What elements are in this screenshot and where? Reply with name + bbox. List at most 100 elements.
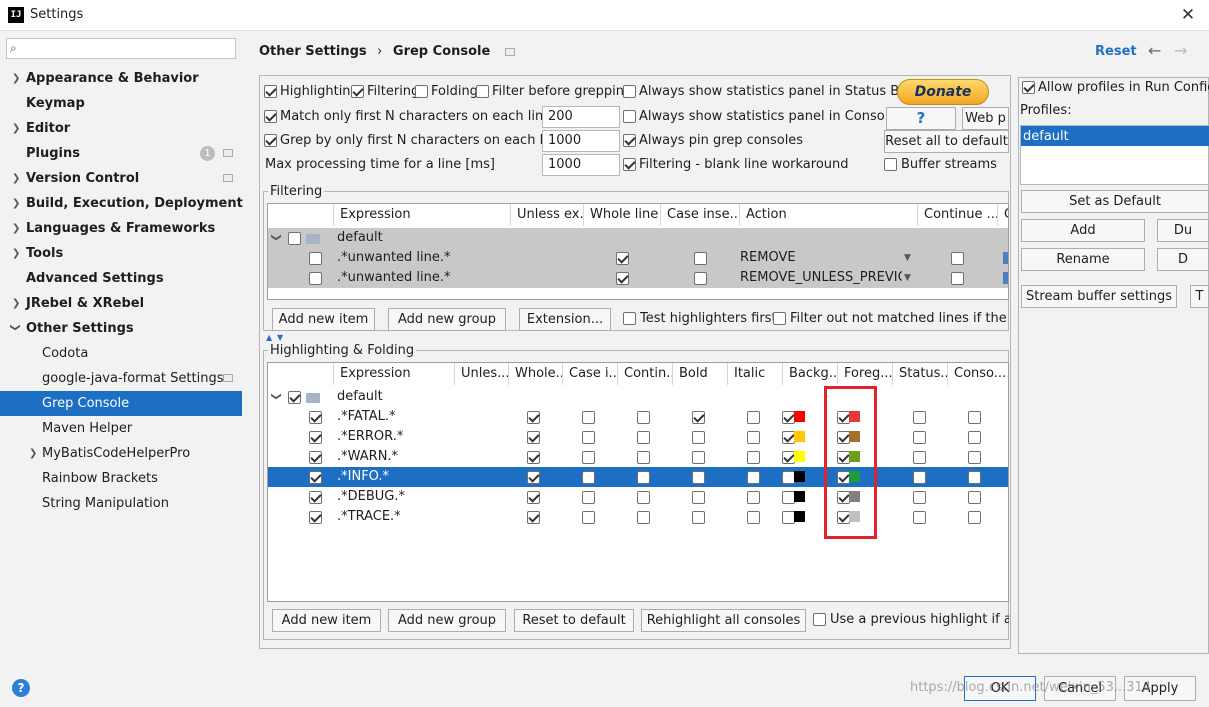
trash-icon[interactable] <box>1003 272 1008 284</box>
sidebar-item-string-manipulation[interactable]: String Manipulation <box>42 491 169 516</box>
allow-profiles-checkbox[interactable] <box>1022 81 1035 94</box>
donate-button[interactable]: Donate <box>897 79 989 105</box>
filter-col-c[interactable]: C <box>998 204 1008 226</box>
hl-status-checkbox[interactable] <box>913 431 926 444</box>
sidebar-item-advanced[interactable]: Advanced Settings <box>26 266 164 291</box>
filter-col-unless[interactable]: Unless ex... <box>511 204 584 226</box>
sidebar-item-keymap[interactable]: Keymap <box>26 91 85 116</box>
background-color-swatch[interactable] <box>794 491 805 502</box>
hl-whole-checkbox[interactable] <box>527 511 540 524</box>
splitter-down-icon[interactable]: ▼ <box>277 333 283 342</box>
hl-case-checkbox[interactable] <box>582 451 595 464</box>
sidebar-item-build[interactable]: Build, Execution, Deployment <box>26 191 243 216</box>
chevron-right-icon[interactable]: ❯ <box>12 223 20 234</box>
close-icon[interactable]: ✕ <box>1176 3 1200 27</box>
help-button[interactable]: ? <box>886 107 956 130</box>
table-row[interactable]: .*ERROR.* <box>268 427 1008 447</box>
hl-italic-checkbox[interactable] <box>747 451 760 464</box>
filter-case-checkbox[interactable] <box>694 252 707 265</box>
sidebar-item-grep-console[interactable]: Grep Console <box>42 391 129 416</box>
filter-col-case[interactable]: Case inse... <box>661 204 740 226</box>
filter-expression[interactable]: .*unwanted line.* <box>337 268 509 288</box>
sidebar-item-appearance[interactable]: Appearance & Behavior <box>26 66 199 91</box>
hl-enabled-checkbox[interactable] <box>309 491 322 504</box>
hl-bold-checkbox[interactable] <box>692 431 705 444</box>
highlighting-checkbox[interactable] <box>264 85 277 98</box>
filter-out-checkbox[interactable] <box>773 312 786 325</box>
chevron-right-icon[interactable]: ❯ <box>12 298 20 309</box>
filter-case-checkbox[interactable] <box>694 272 707 285</box>
hl-enabled-checkbox[interactable] <box>309 431 322 444</box>
table-row[interactable]: .*unwanted line.* REMOVE_UNLESS_PREVIO..… <box>268 268 1008 288</box>
profile-default[interactable]: default <box>1023 129 1069 145</box>
match-first-n-checkbox[interactable] <box>264 110 277 123</box>
hl-continue-checkbox[interactable] <box>637 451 650 464</box>
hl-col-whole[interactable]: Whole... <box>509 363 563 385</box>
hl-bold-checkbox[interactable] <box>692 491 705 504</box>
dropdown-arrow-icon[interactable]: ▼ <box>904 268 911 288</box>
hl-col-status[interactable]: Status... <box>893 363 948 385</box>
background-color-swatch[interactable] <box>794 411 805 422</box>
set-as-default-button[interactable]: Set as Default <box>1021 190 1209 213</box>
max-time-input[interactable]: 1000 <box>542 154 620 176</box>
t-button[interactable]: T <box>1190 285 1209 308</box>
forward-arrow-icon[interactable]: → <box>1174 41 1187 60</box>
use-previous-checkbox[interactable] <box>813 613 826 626</box>
rename-profile-button[interactable]: Rename <box>1021 248 1145 271</box>
table-row[interactable]: .*WARN.* <box>268 447 1008 467</box>
background-color-swatch[interactable] <box>794 511 805 522</box>
hl-status-checkbox[interactable] <box>913 411 926 424</box>
splitter-up-icon[interactable]: ▲ <box>266 333 272 342</box>
test-highlighters-checkbox[interactable] <box>623 312 636 325</box>
hl-expression[interactable]: .*FATAL.* <box>337 407 453 427</box>
trash-icon[interactable] <box>1003 252 1008 264</box>
hl-status-checkbox[interactable] <box>913 451 926 464</box>
hl-bold-checkbox[interactable] <box>692 471 705 484</box>
filter-group-row[interactable]: ❯ default <box>268 228 1008 248</box>
filter-continue-checkbox[interactable] <box>951 252 964 265</box>
folding-checkbox[interactable] <box>415 85 428 98</box>
sidebar-item-editor[interactable]: Editor <box>26 116 70 141</box>
hl-case-checkbox[interactable] <box>582 491 595 504</box>
hl-col-italic[interactable]: Italic <box>728 363 783 385</box>
hl-col-case[interactable]: Case i... <box>563 363 618 385</box>
hl-continue-checkbox[interactable] <box>637 511 650 524</box>
hl-col-continue[interactable]: Contin... <box>618 363 673 385</box>
stats-console-checkbox[interactable] <box>623 110 636 123</box>
filter-add-item-button[interactable]: Add new item <box>272 308 375 331</box>
always-pin-checkbox[interactable] <box>623 134 636 147</box>
back-arrow-icon[interactable]: ← <box>1148 41 1161 60</box>
hl-console-checkbox[interactable] <box>968 431 981 444</box>
filter-group-checkbox[interactable] <box>288 232 301 245</box>
sidebar-item-languages[interactable]: Languages & Frameworks <box>26 216 215 241</box>
filter-whole-line-checkbox[interactable] <box>616 272 629 285</box>
background-color-swatch[interactable] <box>794 471 805 482</box>
sidebar-item-other-settings[interactable]: Other Settings <box>26 316 134 341</box>
hl-italic-checkbox[interactable] <box>747 471 760 484</box>
web-button[interactable]: Web p <box>962 107 1009 130</box>
chevron-down-icon[interactable]: ❯ <box>271 233 282 241</box>
filter-col-whole-line[interactable]: Whole line <box>584 204 661 226</box>
hl-group-checkbox[interactable] <box>288 391 301 404</box>
table-row[interactable]: .*TRACE.* <box>268 507 1008 527</box>
hl-enabled-checkbox[interactable] <box>309 411 322 424</box>
hl-continue-checkbox[interactable] <box>637 431 650 444</box>
hl-status-checkbox[interactable] <box>913 471 926 484</box>
match-first-n-input[interactable]: 200 <box>542 106 620 128</box>
hl-whole-checkbox[interactable] <box>527 451 540 464</box>
hl-case-checkbox[interactable] <box>582 471 595 484</box>
hl-expression[interactable]: .*INFO.* <box>337 467 453 487</box>
reset-to-default-button[interactable]: Reset to default <box>514 609 634 632</box>
hl-continue-checkbox[interactable] <box>637 471 650 484</box>
hl-expression[interactable]: .*WARN.* <box>337 447 453 467</box>
help-icon[interactable]: ? <box>12 679 30 697</box>
chevron-right-icon[interactable]: ❯ <box>12 173 20 184</box>
sidebar-item-plugins[interactable]: Plugins <box>26 141 80 166</box>
reset-all-button[interactable]: Reset all to default <box>884 130 1009 153</box>
dropdown-arrow-icon[interactable]: ▼ <box>904 248 911 268</box>
rehighlight-button[interactable]: Rehighlight all consoles <box>641 609 806 632</box>
filter-whole-line-checkbox[interactable] <box>616 252 629 265</box>
sidebar-item-rainbow-brackets[interactable]: Rainbow Brackets <box>42 466 158 491</box>
hl-col-foreground[interactable]: Foreg... <box>838 363 893 385</box>
chevron-right-icon[interactable]: ❯ <box>12 248 20 259</box>
